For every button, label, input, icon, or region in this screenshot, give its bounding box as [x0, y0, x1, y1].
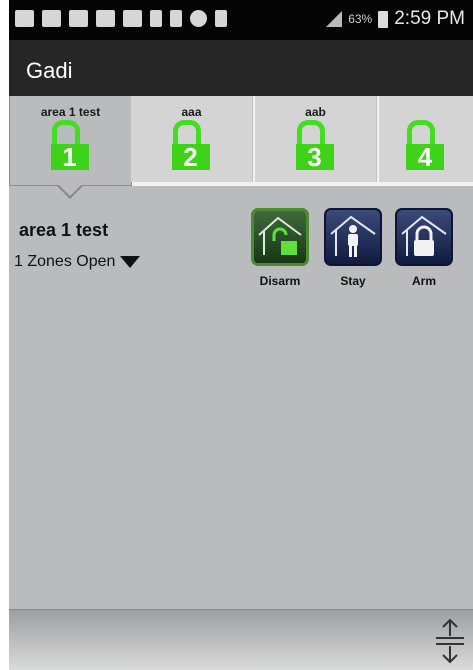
area-tab-label: area 1 test [40, 105, 101, 119]
stay-icon [324, 208, 382, 266]
area-number: 1 [50, 144, 89, 170]
alarm-icon [190, 10, 207, 27]
battery-percent: 63% [348, 12, 373, 26]
zones-open-text: 1 Zones Open [14, 253, 116, 270]
unlocked-padlock-icon: 4 [404, 120, 448, 170]
bluetooth-icon [170, 10, 182, 27]
disarm-button[interactable]: Disarm [249, 208, 311, 288]
disarm-label: Disarm [259, 274, 301, 288]
unlocked-padlock-icon: 3 [294, 120, 338, 170]
area-number: 2 [171, 144, 210, 170]
expand-collapse-button[interactable] [433, 618, 467, 664]
area-number: 3 [295, 144, 334, 170]
battery-icon [378, 10, 389, 28]
disarm-icon [251, 208, 309, 266]
arm-label: Arm [411, 274, 436, 288]
area-tab-label: aaa [181, 105, 202, 119]
app-title: Gadi [26, 58, 73, 83]
area-tab-label: aab [305, 105, 326, 119]
area-number: 4 [406, 144, 444, 170]
unlocked-padlock-icon: 1 [49, 120, 93, 170]
selected-tab-pointer-fill [58, 184, 82, 196]
zones-open-dropdown[interactable]: 1 Zones Open [14, 253, 141, 271]
area-tab-4[interactable]: 4 [379, 96, 473, 182]
gallery-icon [69, 10, 88, 27]
area-tabs: area 1 test 1 aaa 2 aab 3 4 [9, 96, 473, 186]
gallery-icon [123, 10, 142, 27]
person-icon [150, 10, 162, 27]
search-icon [96, 10, 115, 27]
gallery-icon [42, 10, 61, 27]
arm-button[interactable]: Arm [393, 208, 455, 288]
unlocked-padlock-icon: 2 [170, 120, 214, 170]
wifi-icon [215, 10, 227, 27]
status-bar: 63% 2:59 PM [9, 0, 473, 40]
area-tab-2[interactable]: aaa 2 [131, 96, 253, 182]
notification-icons [15, 10, 227, 27]
add-icon [15, 10, 34, 27]
area-detail-title: area 1 test [19, 220, 109, 240]
status-right: 63% 2:59 PM [326, 8, 465, 30]
area-tab-3[interactable]: aab 3 [255, 96, 377, 182]
stay-label: Stay [340, 274, 366, 288]
arm-icon [395, 208, 453, 266]
clock: 2:59 PM [394, 8, 465, 29]
signal-icon [326, 11, 343, 27]
area-tab-1[interactable]: area 1 test 1 [9, 96, 132, 186]
expand-collapse-icon [436, 618, 464, 664]
dropdown-arrow-icon [120, 256, 141, 268]
stay-button[interactable]: Stay [322, 208, 384, 288]
bottom-bar [9, 609, 473, 670]
app-screen: 63% 2:59 PM Gadi area 1 test 1 aaa 2 aab [9, 0, 473, 670]
app-bar: Gadi [9, 40, 473, 96]
